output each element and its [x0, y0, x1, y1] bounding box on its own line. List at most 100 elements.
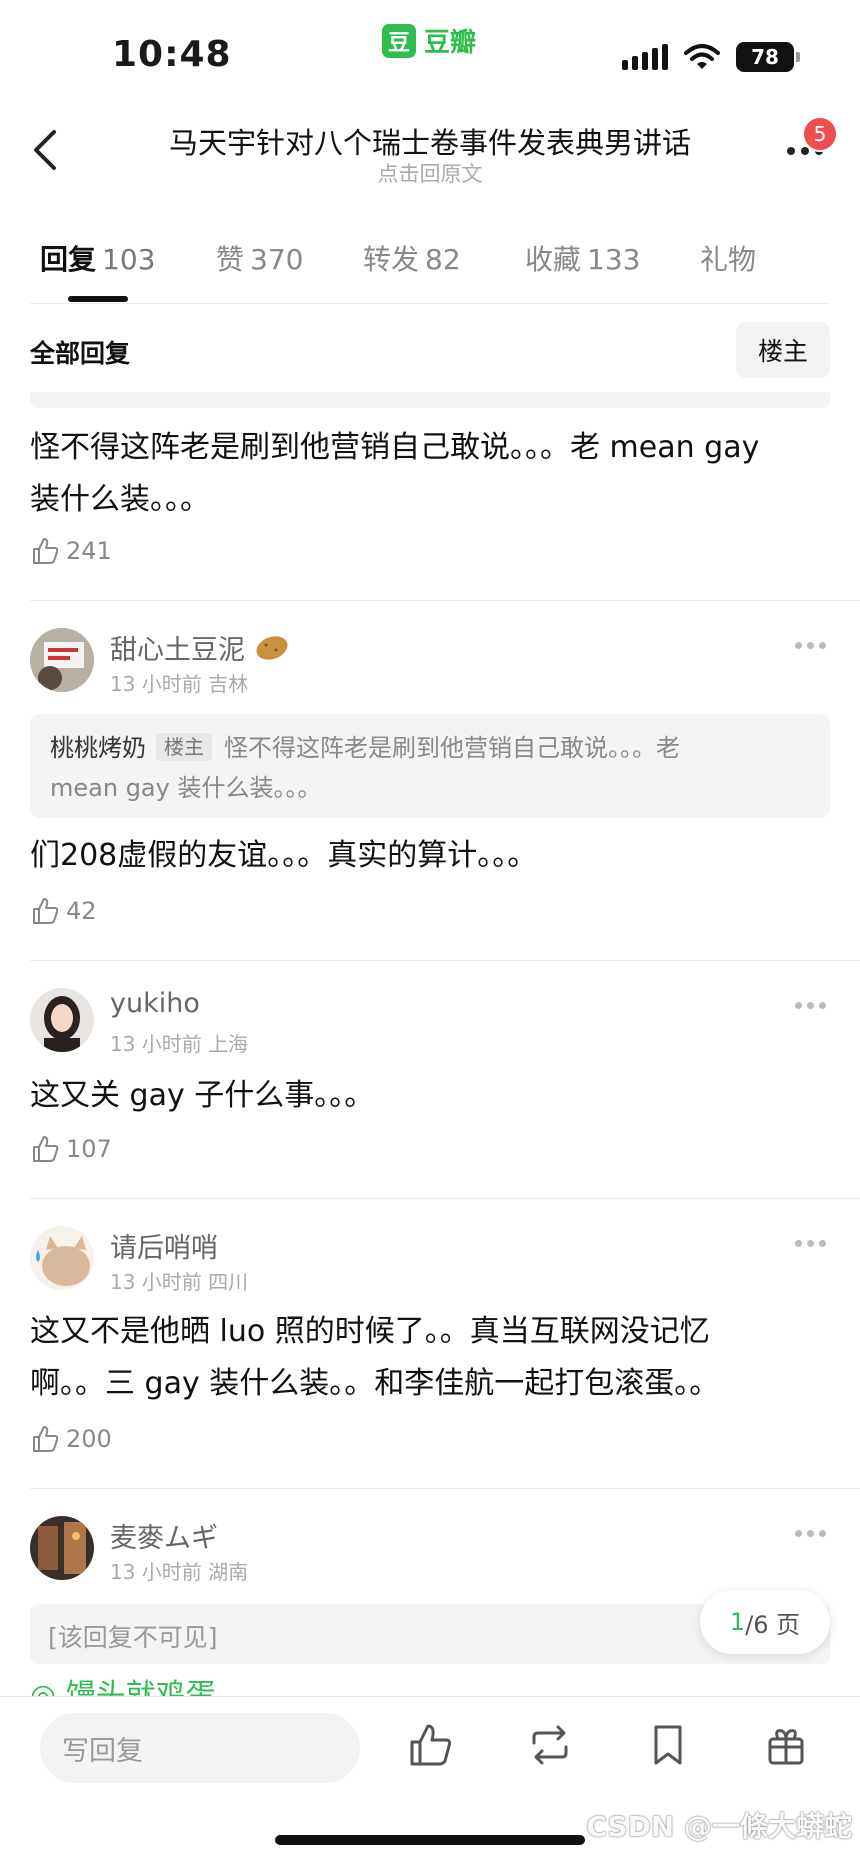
all-replies-label[interactable]: 全部回复 [30, 334, 130, 370]
comment-text-line: 啊。。三 gay 装什么装。。和李佳航一起打包滚蛋。。 [30, 1366, 720, 1401]
reply-filter-row: 全部回复 楼主 [0, 318, 860, 384]
like-count: 200 [66, 1425, 112, 1453]
comment-text-line: 怪不得这阵老是刷到他营销自己敢说。。。老 mean gay [30, 430, 760, 465]
quoted-text: 怪不得这阵老是刷到他营销自己敢说。。。老 [224, 734, 680, 762]
username[interactable]: 请后哨哨 [110, 1226, 218, 1265]
comment-meta: 13 小时前 四川 [110, 1266, 248, 1295]
comment-time: 13 小时前 [110, 1560, 202, 1584]
reply-input[interactable]: 写回复 [40, 1713, 360, 1783]
navigation-bar: 马天宇针对八个瑞士卷事件发表典男讲话 点击回原文 5 [0, 100, 860, 200]
system-icons: 78 [622, 42, 800, 72]
divider [30, 303, 830, 304]
reshare-icon[interactable] [526, 1721, 574, 1769]
bookmark-icon[interactable] [644, 1721, 692, 1769]
divider [30, 1198, 860, 1199]
tab-likes[interactable]: 赞 370 [216, 238, 303, 278]
like-icon[interactable] [406, 1721, 454, 1769]
gift-icon[interactable] [762, 1721, 810, 1769]
divider [30, 1488, 860, 1489]
potato-emoji-icon [256, 636, 288, 660]
comment-more-icon[interactable] [795, 642, 826, 649]
cellular-signal-icon [622, 44, 668, 70]
comment-time: 13 小时前 [110, 672, 202, 696]
douban-logo-icon: 豆 [382, 23, 416, 58]
thumbs-up-icon [33, 538, 59, 564]
avatar-image [30, 628, 94, 692]
comment-meta: 13 小时前 湖南 [110, 1556, 248, 1585]
tab-replies[interactable]: 回复 103 [40, 238, 155, 278]
page-indicator[interactable]: 1/6 页 [700, 1590, 830, 1654]
bottom-action-bar: 写回复 CSDN @一條大蟒蛇 [0, 1696, 860, 1864]
like-button[interactable]: 200 [30, 1424, 112, 1454]
quoted-text: mean gay 装什么装。。。 [50, 774, 322, 802]
tab-label: 回复 [40, 243, 97, 276]
total-pages: /6 页 [745, 1610, 801, 1639]
tab-bar: 回复 103 赞 370 转发 82 收藏 133 礼物 [0, 220, 860, 304]
comment-text: 这又不是他晒 luo 照的时候了。。真当互联网没记忆 啊。。三 gay 装什么装… [30, 1306, 830, 1410]
username-text: 甜心土豆泥 [110, 635, 245, 666]
tab-count: 103 [102, 243, 156, 276]
comment-text: 们208虚假的友谊。。。真实的算计。。。 [30, 838, 538, 873]
tab-label: 收藏 [525, 243, 582, 276]
like-button[interactable]: 107 [30, 1134, 112, 1164]
tab-label: 转发 [363, 243, 420, 276]
home-indicator[interactable] [275, 1835, 585, 1845]
like-button[interactable]: 241 [30, 536, 112, 566]
comment-more-icon[interactable] [795, 1530, 826, 1537]
avatar[interactable] [30, 1226, 94, 1290]
comment-meta: 13 小时前 上海 [110, 1028, 248, 1057]
clock: 10:48 [112, 34, 232, 75]
app-indicator: 豆 豆瓣 [382, 22, 476, 59]
status-bar: 10:48 豆 豆瓣 78 [0, 0, 860, 100]
comment-text-line: 装什么装。。。 [30, 482, 210, 517]
avatar[interactable] [30, 1516, 94, 1580]
previous-quote-box-edge [30, 392, 830, 408]
comment-text: 怪不得这阵老是刷到他营销自己敢说。。。老 mean gay 装什么装。。。 [30, 422, 830, 526]
avatar-image [30, 1516, 94, 1580]
like-count: 107 [66, 1135, 112, 1163]
wifi-icon [684, 44, 720, 69]
comment-more-icon[interactable] [795, 1240, 826, 1247]
comment-location: 湖南 [208, 1560, 249, 1584]
tab-gifts[interactable]: 礼物 [700, 238, 762, 278]
tab-collections[interactable]: 收藏 133 [525, 238, 640, 278]
like-button[interactable]: 42 [30, 896, 97, 926]
comment-more-icon[interactable] [795, 1002, 826, 1009]
avatar[interactable] [30, 988, 94, 1052]
comment-text: 这又关 gay 子什么事。。。 [30, 1078, 375, 1113]
quoted-username: 桃桃烤奶 [50, 734, 146, 762]
watermark: CSDN @一條大蟒蛇 [586, 1810, 852, 1843]
username[interactable]: 甜心土豆泥 [110, 628, 290, 667]
back-to-original-link[interactable]: 点击回原文 [130, 158, 730, 188]
comment-text-line: 这又不是他晒 luo 照的时候了。。真当互联网没记忆 [30, 1314, 710, 1349]
comment-location: 吉林 [208, 672, 249, 696]
avatar[interactable] [30, 628, 94, 692]
like-count: 42 [66, 897, 97, 925]
tab-count: 133 [587, 243, 641, 276]
username[interactable]: 麦麥ムギ [110, 1516, 218, 1555]
page-title[interactable]: 马天宇针对八个瑞士卷事件发表典男讲话 [130, 120, 730, 162]
app-name: 豆瓣 [424, 28, 477, 58]
battery-icon: 78 [736, 42, 800, 72]
active-tab-indicator [68, 296, 128, 302]
tab-label: 赞 [216, 243, 245, 276]
comment-meta: 13 小时前 吉林 [110, 668, 248, 697]
op-tag: 楼主 [156, 733, 212, 761]
comment-text-cut: ◎ 馒头就鸡蛋 [30, 1678, 216, 1696]
tab-label: 礼物 [700, 243, 757, 276]
back-arrow-icon[interactable] [22, 124, 72, 174]
tab-count: 370 [250, 243, 304, 276]
thumbs-up-icon [33, 1136, 59, 1162]
op-only-button[interactable]: 楼主 [736, 322, 830, 378]
divider [30, 960, 860, 961]
avatar-image [30, 988, 94, 1052]
notification-badge[interactable]: 5 [802, 116, 838, 152]
username[interactable]: yukiho [110, 988, 200, 1019]
divider [30, 600, 860, 601]
tab-reshares[interactable]: 转发 82 [363, 238, 461, 278]
comment-location: 四川 [208, 1270, 249, 1294]
quoted-reply[interactable]: 桃桃烤奶 楼主 怪不得这阵老是刷到他营销自己敢说。。。老 mean gay 装什么装… [30, 714, 830, 818]
avatar-image [30, 1226, 94, 1290]
thumbs-up-icon [33, 898, 59, 924]
comment-time: 13 小时前 [110, 1270, 202, 1294]
